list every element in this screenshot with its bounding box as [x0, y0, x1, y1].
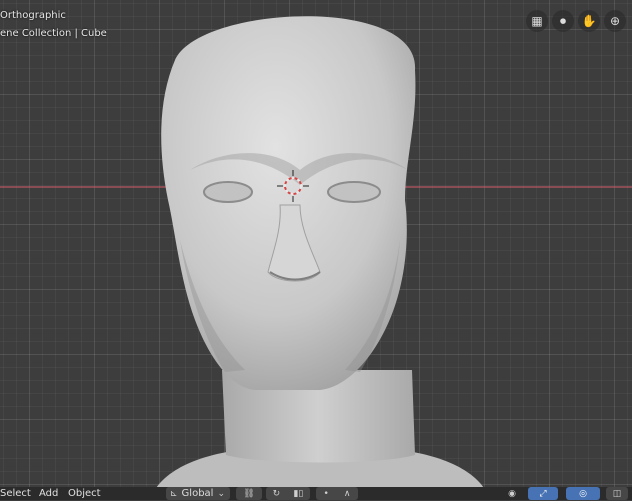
viewport-header: Select Add Object ⊾ Global ⌄ ⛓ ↻ ▮▯ • ∧ … — [0, 487, 632, 500]
link-icon: ⛓ — [243, 488, 255, 499]
pivot-point-dropdown[interactable]: ⛓ — [236, 487, 262, 500]
3d-viewport[interactable]: Orthographic ene Collection | Cube ▦ ⏺ ✋… — [0, 0, 632, 500]
visibility-dropdown[interactable]: ◉ — [500, 487, 524, 500]
snap-controls[interactable]: ↻ ▮▯ — [266, 487, 310, 500]
zoom-icon[interactable]: ⊕ — [604, 10, 626, 32]
grid-icon[interactable]: ▦ — [526, 10, 548, 32]
overlay-icon: ◎ — [579, 488, 587, 499]
menu-select[interactable]: Select — [0, 487, 31, 500]
falloff-curve-icon[interactable]: ∧ — [344, 487, 351, 501]
xray-toggle[interactable]: ◫ — [606, 487, 628, 500]
orientation-axes-icon: ⊾ — [170, 488, 178, 499]
gizmo-toggle[interactable]: ⤢ — [528, 487, 558, 500]
right-eye — [327, 181, 381, 203]
camera-icon[interactable]: ⏺ — [552, 10, 574, 32]
transform-orientation-label: Global — [181, 487, 214, 499]
collection-label: ene Collection | Cube — [0, 28, 107, 39]
gizmo-icon: ⤢ — [539, 488, 547, 499]
transform-orientation-dropdown[interactable]: ⊾ Global ⌄ — [166, 487, 230, 500]
head-mesh[interactable] — [0, 0, 632, 500]
xray-icon: ◫ — [612, 488, 622, 499]
proportional-edit-icon[interactable]: • — [324, 487, 329, 501]
navigation-gizmos: ▦ ⏺ ✋ ⊕ — [526, 10, 626, 32]
eye-icon: ◉ — [508, 488, 516, 499]
chevron-down-icon: ⌄ — [217, 488, 225, 499]
overlay-toggle[interactable]: ◎ — [566, 487, 600, 500]
hand-pan-icon[interactable]: ✋ — [578, 10, 600, 32]
menu-add[interactable]: Add — [39, 487, 58, 500]
snap-toggle-icon[interactable]: ↻ — [273, 487, 281, 501]
proportional-edit-controls[interactable]: • ∧ — [316, 487, 358, 500]
left-eye — [203, 181, 253, 203]
magnet-icon[interactable]: ▮▯ — [293, 487, 303, 501]
menu-object[interactable]: Object — [68, 487, 101, 500]
view-name-label: Orthographic — [0, 10, 66, 21]
